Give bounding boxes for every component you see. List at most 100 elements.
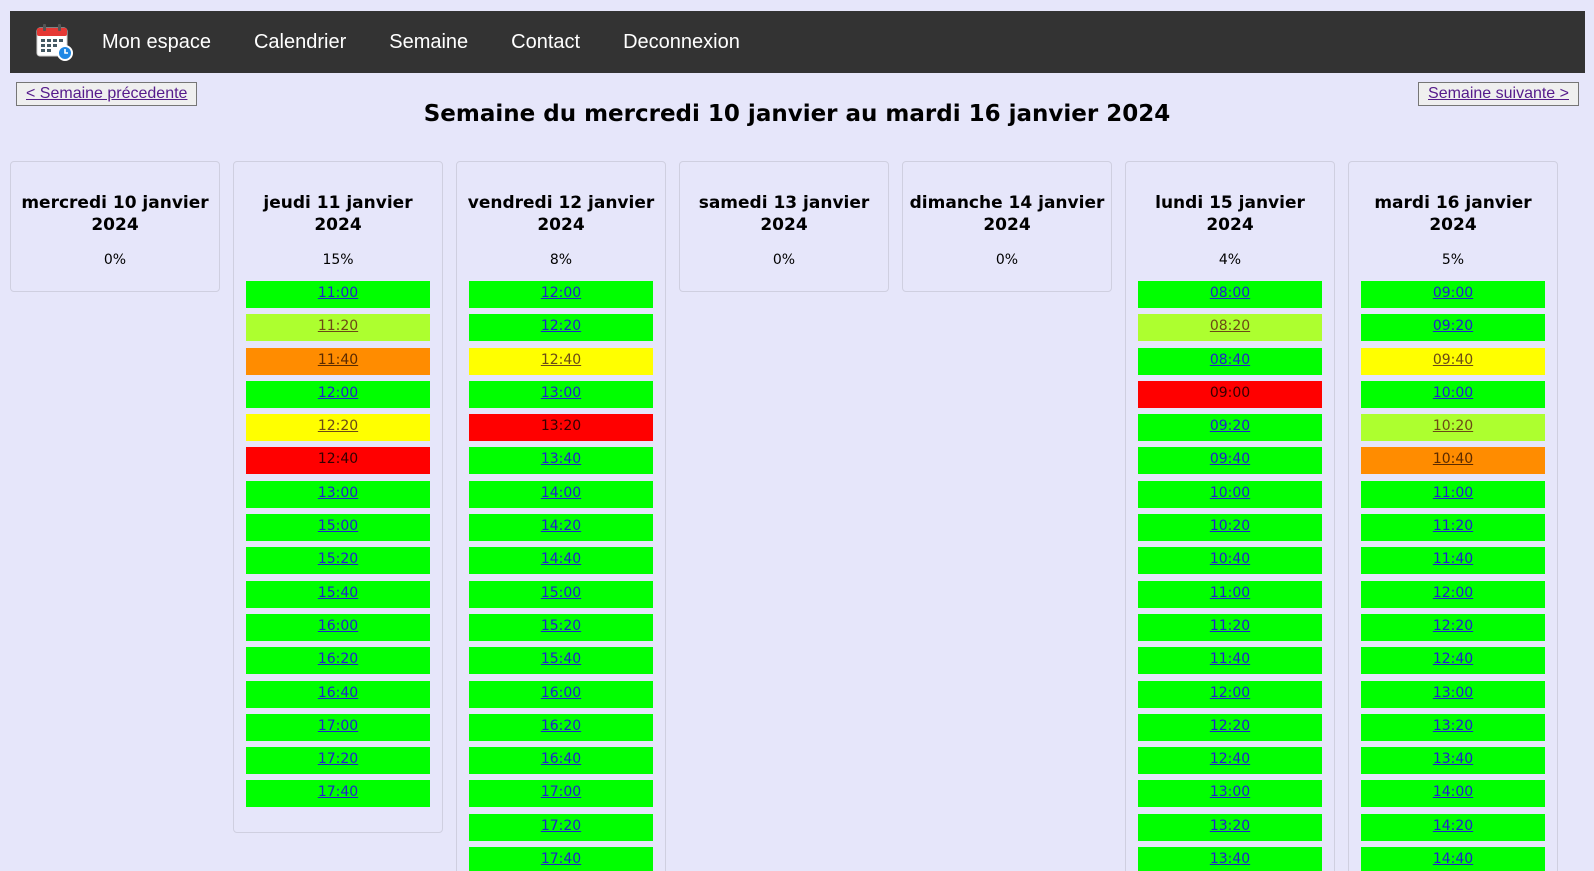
time-slot-link[interactable]: 14:00 [469,480,653,508]
day-occupancy-percent: 0% [772,252,796,268]
time-slot-link[interactable]: 17:40 [246,780,430,808]
time-slot-link[interactable]: 13:00 [1138,780,1322,808]
day-occupancy-percent: 15% [322,252,354,268]
time-slot-link[interactable]: 08:20 [1138,314,1322,342]
nav-link-semaine[interactable]: Semaine [389,31,468,54]
time-slot-link[interactable]: 17:20 [246,747,430,775]
time-slot-link[interactable]: 11:00 [1361,480,1545,508]
nav-link-calendrier[interactable]: Calendrier [254,31,346,54]
time-slot-link[interactable]: 14:40 [1361,847,1545,871]
time-slot-link[interactable]: 12:00 [1138,680,1322,708]
time-slot-link[interactable]: 15:40 [469,647,653,675]
day-title: samedi 13 janvier 2024 [698,193,870,235]
time-slot-link[interactable]: 17:00 [469,780,653,808]
time-slot-link[interactable]: 15:20 [469,613,653,641]
day-occupancy-percent: 8% [549,252,573,268]
time-slot-link[interactable]: 10:20 [1361,414,1545,442]
day-title: vendredi 12 janvier 2024 [467,193,655,235]
time-slot-link[interactable]: 12:00 [1361,580,1545,608]
day-occupancy-percent: 5% [1441,252,1465,268]
time-slot-link[interactable]: 11:00 [246,281,430,308]
slot-list: 09:00 09:20 09:40 10:00 10:20 10:40 11:00 11:20… [1349,281,1557,871]
time-slot-link[interactable]: 13:00 [246,480,430,508]
time-slot-link[interactable]: 09:20 [1361,314,1545,342]
time-slot-link[interactable]: 12:40 [1138,747,1322,775]
page: Mon espace Calendrier Semaine Contact De… [0,0,1594,871]
time-slot-link[interactable]: 14:20 [469,514,653,542]
time-slot-link[interactable]: 17:20 [469,813,653,841]
time-slot-link[interactable]: 13:00 [1361,680,1545,708]
time-slot-link[interactable]: 16:00 [469,680,653,708]
time-slot-link[interactable]: 16:20 [246,647,430,675]
slot-list: 12:00 12:20 12:40 13:00 13:20 13:40 14:00 14:20… [457,281,665,871]
time-slot-link[interactable]: 13:00 [469,380,653,408]
time-slot-link[interactable]: 16:20 [469,713,653,741]
time-slot-link[interactable]: 12:20 [1138,713,1322,741]
time-slot-link[interactable]: 09:40 [1361,347,1545,375]
time-slot-link[interactable]: 08:00 [1138,281,1322,308]
day-column: vendredi 12 janvier 2024 8% 12:00 12:20 12:4… [456,161,666,871]
time-slot-link[interactable]: 10:40 [1138,547,1322,575]
slot-list [680,281,888,291]
time-slot-link[interactable]: 09:40 [1138,447,1322,475]
nav-link-deconnexion[interactable]: Deconnexion [623,31,740,54]
time-slot-link[interactable]: 12:40 [469,347,653,375]
time-slot-link[interactable]: 12:00 [469,281,653,308]
time-slot-link[interactable]: 13:40 [1138,847,1322,871]
time-slot-link[interactable]: 08:40 [1138,347,1322,375]
time-slot-link[interactable]: 16:00 [246,613,430,641]
time-slot-link[interactable]: 12:00 [246,380,430,408]
time-slot-link[interactable]: 12:20 [246,414,430,442]
time-slot-link[interactable]: 14:40 [469,547,653,575]
time-slot-link[interactable]: 10:00 [1138,480,1322,508]
slot-list: 11:00 11:20 11:40 12:00 12:20 12:40 13:00 15:00… [234,281,442,832]
day-column: dimanche 14 janvier 2024 0% [902,161,1112,292]
time-slot-link[interactable]: 09:00 [1138,380,1322,408]
time-slot-link[interactable]: 11:40 [1138,647,1322,675]
day-title: mardi 16 janvier 2024 [1374,193,1532,235]
time-slot-link[interactable]: 13:20 [1361,713,1545,741]
time-slot-link[interactable]: 14:20 [1361,813,1545,841]
time-slot-link[interactable]: 15:40 [246,580,430,608]
time-slot-link[interactable]: 16:40 [246,680,430,708]
day-title: dimanche 14 janvier 2024 [909,193,1105,235]
day-title: mercredi 10 janvier 2024 [21,193,209,235]
time-slot-link[interactable]: 15:20 [246,547,430,575]
time-slot-link[interactable]: 16:40 [469,747,653,775]
time-slot-link[interactable]: 10:40 [1361,447,1545,475]
time-slot-link[interactable]: 13:20 [469,414,653,442]
time-slot-link[interactable]: 11:20 [1138,613,1322,641]
slot-list [903,281,1111,291]
time-slot-link[interactable]: 11:20 [246,314,430,342]
top-strip [0,0,1594,11]
time-slot-link[interactable]: 10:20 [1138,514,1322,542]
time-slot-link[interactable]: 13:20 [1138,813,1322,841]
day-column: mardi 16 janvier 2024 5% 09:00 09:20 09:40 10… [1348,161,1558,871]
time-slot-link[interactable]: 12:40 [246,447,430,475]
time-slot-link[interactable]: 11:00 [1138,580,1322,608]
week-title: Semaine du mercredi 10 janvier au mardi … [423,101,1171,127]
time-slot-link[interactable]: 12:20 [1361,613,1545,641]
day-title: lundi 15 janvier 2024 [1155,193,1305,235]
time-slot-link[interactable]: 11:20 [1361,514,1545,542]
time-slot-link[interactable]: 11:40 [1361,547,1545,575]
time-slot-link[interactable]: 09:20 [1138,414,1322,442]
time-slot-link[interactable]: 15:00 [469,580,653,608]
time-slot-link[interactable]: 12:20 [469,314,653,342]
time-slot-link[interactable]: 15:00 [246,514,430,542]
time-slot-link[interactable]: 17:40 [469,847,653,871]
slot-list: 08:00 08:20 08:40 09:00 09:20 09:40 10:00 10:20… [1126,281,1334,871]
time-slot-link[interactable]: 13:40 [1361,747,1545,775]
nav-link-contact[interactable]: Contact [511,31,580,54]
time-slot-link[interactable]: 17:00 [246,713,430,741]
time-slot-link[interactable]: 14:00 [1361,780,1545,808]
calendar-clock-icon[interactable] [34,22,74,62]
time-slot-link[interactable]: 10:00 [1361,380,1545,408]
time-slot-link[interactable]: 13:40 [469,447,653,475]
time-slot-link[interactable]: 11:40 [246,347,430,375]
time-slot-link[interactable]: 09:00 [1361,281,1545,308]
day-column: lundi 15 janvier 2024 4% 08:00 08:20 08:40 09… [1125,161,1335,871]
time-slot-link[interactable]: 12:40 [1361,647,1545,675]
nav-link-mon-espace[interactable]: Mon espace [102,31,211,54]
day-occupancy-percent: 0% [103,252,127,268]
